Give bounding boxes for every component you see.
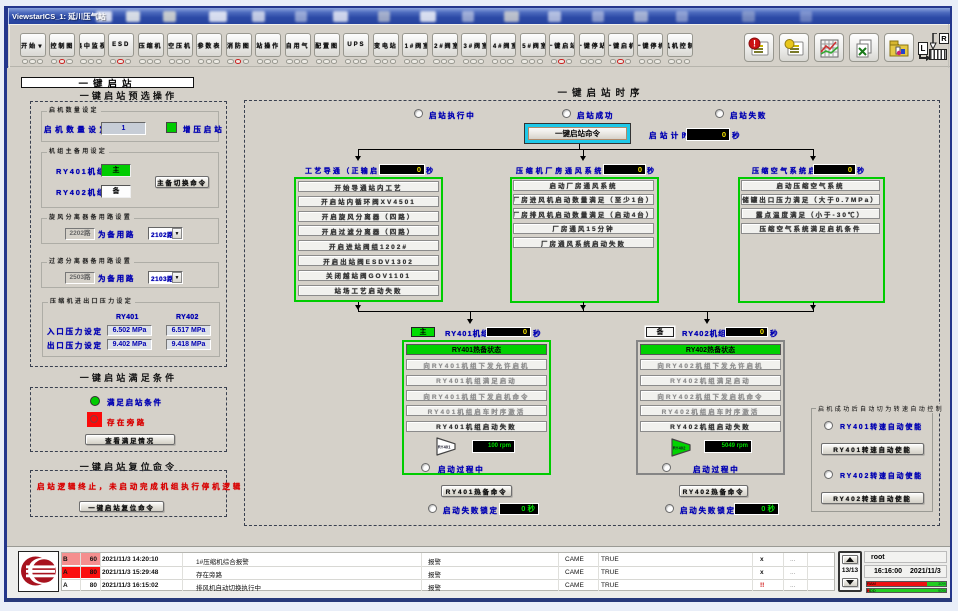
svg-text:RY401: RY401	[438, 444, 451, 449]
svg-text:!: !	[753, 38, 756, 48]
svg-text:RY402: RY402	[673, 445, 686, 450]
